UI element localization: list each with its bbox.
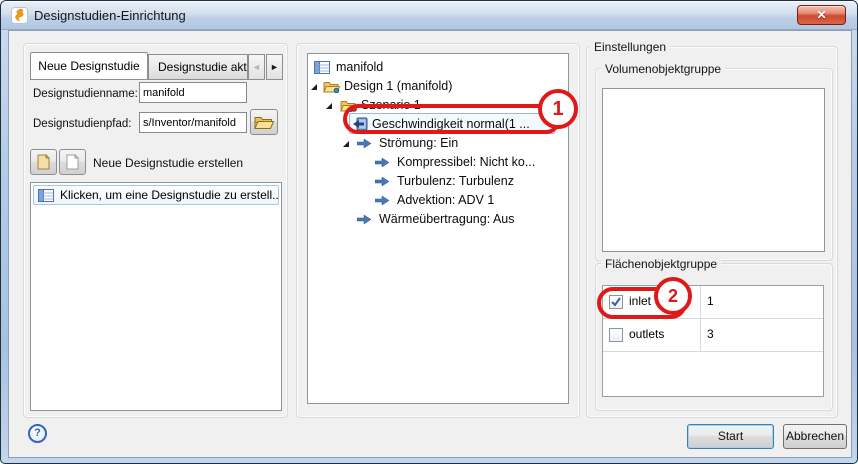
tab-scroll-right-button[interactable]: ► (266, 54, 283, 80)
tab-scroll-left-button[interactable]: ◄ (248, 54, 265, 80)
volume-object-list[interactable] (602, 88, 825, 252)
cancel-button[interactable]: Abbrechen (783, 424, 847, 449)
new-document-icon (37, 154, 50, 170)
tree-item-label: Kompressibel: Nicht ko... (397, 155, 536, 169)
annotation-balloon-1: 1 (538, 89, 578, 129)
arrow-right-icon (357, 139, 372, 148)
design-study-table-icon (38, 189, 54, 202)
window-title: Designstudien-Einrichtung (34, 8, 186, 23)
tree-item-design-1[interactable]: Design 1 (manifold) (308, 77, 568, 96)
tree-item-label: manifold (336, 60, 384, 74)
list-item-label: Klicken, um eine Designstudie zu erstell… (60, 188, 279, 202)
chevron-left-icon: ◄ (252, 62, 261, 72)
tree-item-manifold[interactable]: manifold (308, 58, 568, 77)
open-folder-icon (254, 116, 274, 129)
tab-label: Neue Designstudie (38, 59, 140, 73)
chevron-right-icon: ► (270, 62, 279, 72)
tree-item-waermeuebertragung[interactable]: Wärmeübertragung: Aus (308, 210, 568, 229)
surface-group-value: 1 (707, 294, 714, 308)
start-button-label: Start (717, 429, 744, 443)
expander-icon[interactable] (310, 83, 318, 91)
design-study-name-label: Designstudienname: (33, 88, 138, 100)
app-icon (11, 7, 28, 24)
tree-item-label: Turbulenz: Turbulenz (397, 174, 514, 188)
tree-item-turbulenz[interactable]: Turbulenz: Turbulenz (308, 172, 568, 191)
help-icon-glyph: ? (34, 427, 41, 439)
annotation-ellipse-1 (343, 104, 561, 134)
tree-item-label: Design 1 (manifold) (344, 79, 453, 93)
surface-group-value: 3 (707, 327, 714, 341)
list-item-create-design-study[interactable]: Klicken, um eine Designstudie zu erstell… (33, 185, 279, 205)
arrow-right-icon (357, 215, 372, 224)
volume-object-group-title: Volumenobjektgruppe (601, 62, 726, 76)
tab-designstudie-aktualisieren[interactable]: Designstudie aktualis (148, 54, 248, 80)
annotation-balloon-2: 2 (654, 277, 692, 315)
design-study-listbox[interactable]: Klicken, um eine Designstudie zu erstell… (30, 182, 282, 411)
titlebar: Designstudien-Einrichtung ✕ (1, 1, 857, 30)
start-button[interactable]: Start (687, 424, 774, 449)
blank-design-study-button[interactable] (59, 149, 86, 175)
create-design-study-label: Neue Designstudie erstellen (93, 156, 244, 170)
tab-label: Designstudie aktualis (158, 60, 247, 74)
browse-folder-button[interactable] (250, 109, 278, 135)
tree-item-label: Wärmeübertragung: Aus (379, 212, 515, 226)
cancel-button-label: Abbrechen (785, 429, 845, 443)
blank-document-icon (66, 154, 79, 170)
design-study-path-label: Designstudienpfad: (33, 118, 132, 130)
close-icon: ✕ (816, 8, 827, 22)
design-study-name-input[interactable] (139, 82, 247, 103)
help-button[interactable]: ? (28, 424, 47, 443)
design-folder-icon (323, 82, 340, 93)
expander-icon[interactable] (325, 102, 333, 110)
arrow-right-icon (375, 196, 390, 205)
surface-group-name: outlets (629, 327, 665, 341)
tree-item-kompressibel[interactable]: Kompressibel: Nicht ko... (308, 153, 568, 172)
checkbox-outlets[interactable] (609, 328, 623, 342)
settings-title: Einstellungen (590, 40, 671, 54)
new-design-study-button[interactable] (30, 149, 57, 175)
tree-item-label: Strömung: Ein (379, 136, 459, 150)
tree-item-label: Advektion: ADV 1 (397, 193, 495, 207)
table-row-outlets[interactable]: outlets 3 (603, 319, 823, 352)
tree-item-stroemung[interactable]: Strömung: Ein (308, 134, 568, 153)
expander-icon[interactable] (342, 140, 350, 148)
close-button[interactable]: ✕ (797, 5, 846, 25)
annotation-number: 1 (552, 97, 564, 120)
design-study-path-input[interactable] (139, 112, 247, 133)
arrow-right-icon (375, 158, 390, 167)
tree-item-advektion[interactable]: Advektion: ADV 1 (308, 191, 568, 210)
dialog-window: Designstudien-Einrichtung ✕ Neue Designs… (0, 0, 858, 464)
table-icon (314, 61, 330, 74)
arrow-right-icon (375, 177, 390, 186)
annotation-number: 2 (667, 285, 678, 306)
tab-neue-designstudie[interactable]: Neue Designstudie (30, 52, 148, 80)
surface-object-group-title: Flächenobjektgruppe (601, 257, 722, 271)
